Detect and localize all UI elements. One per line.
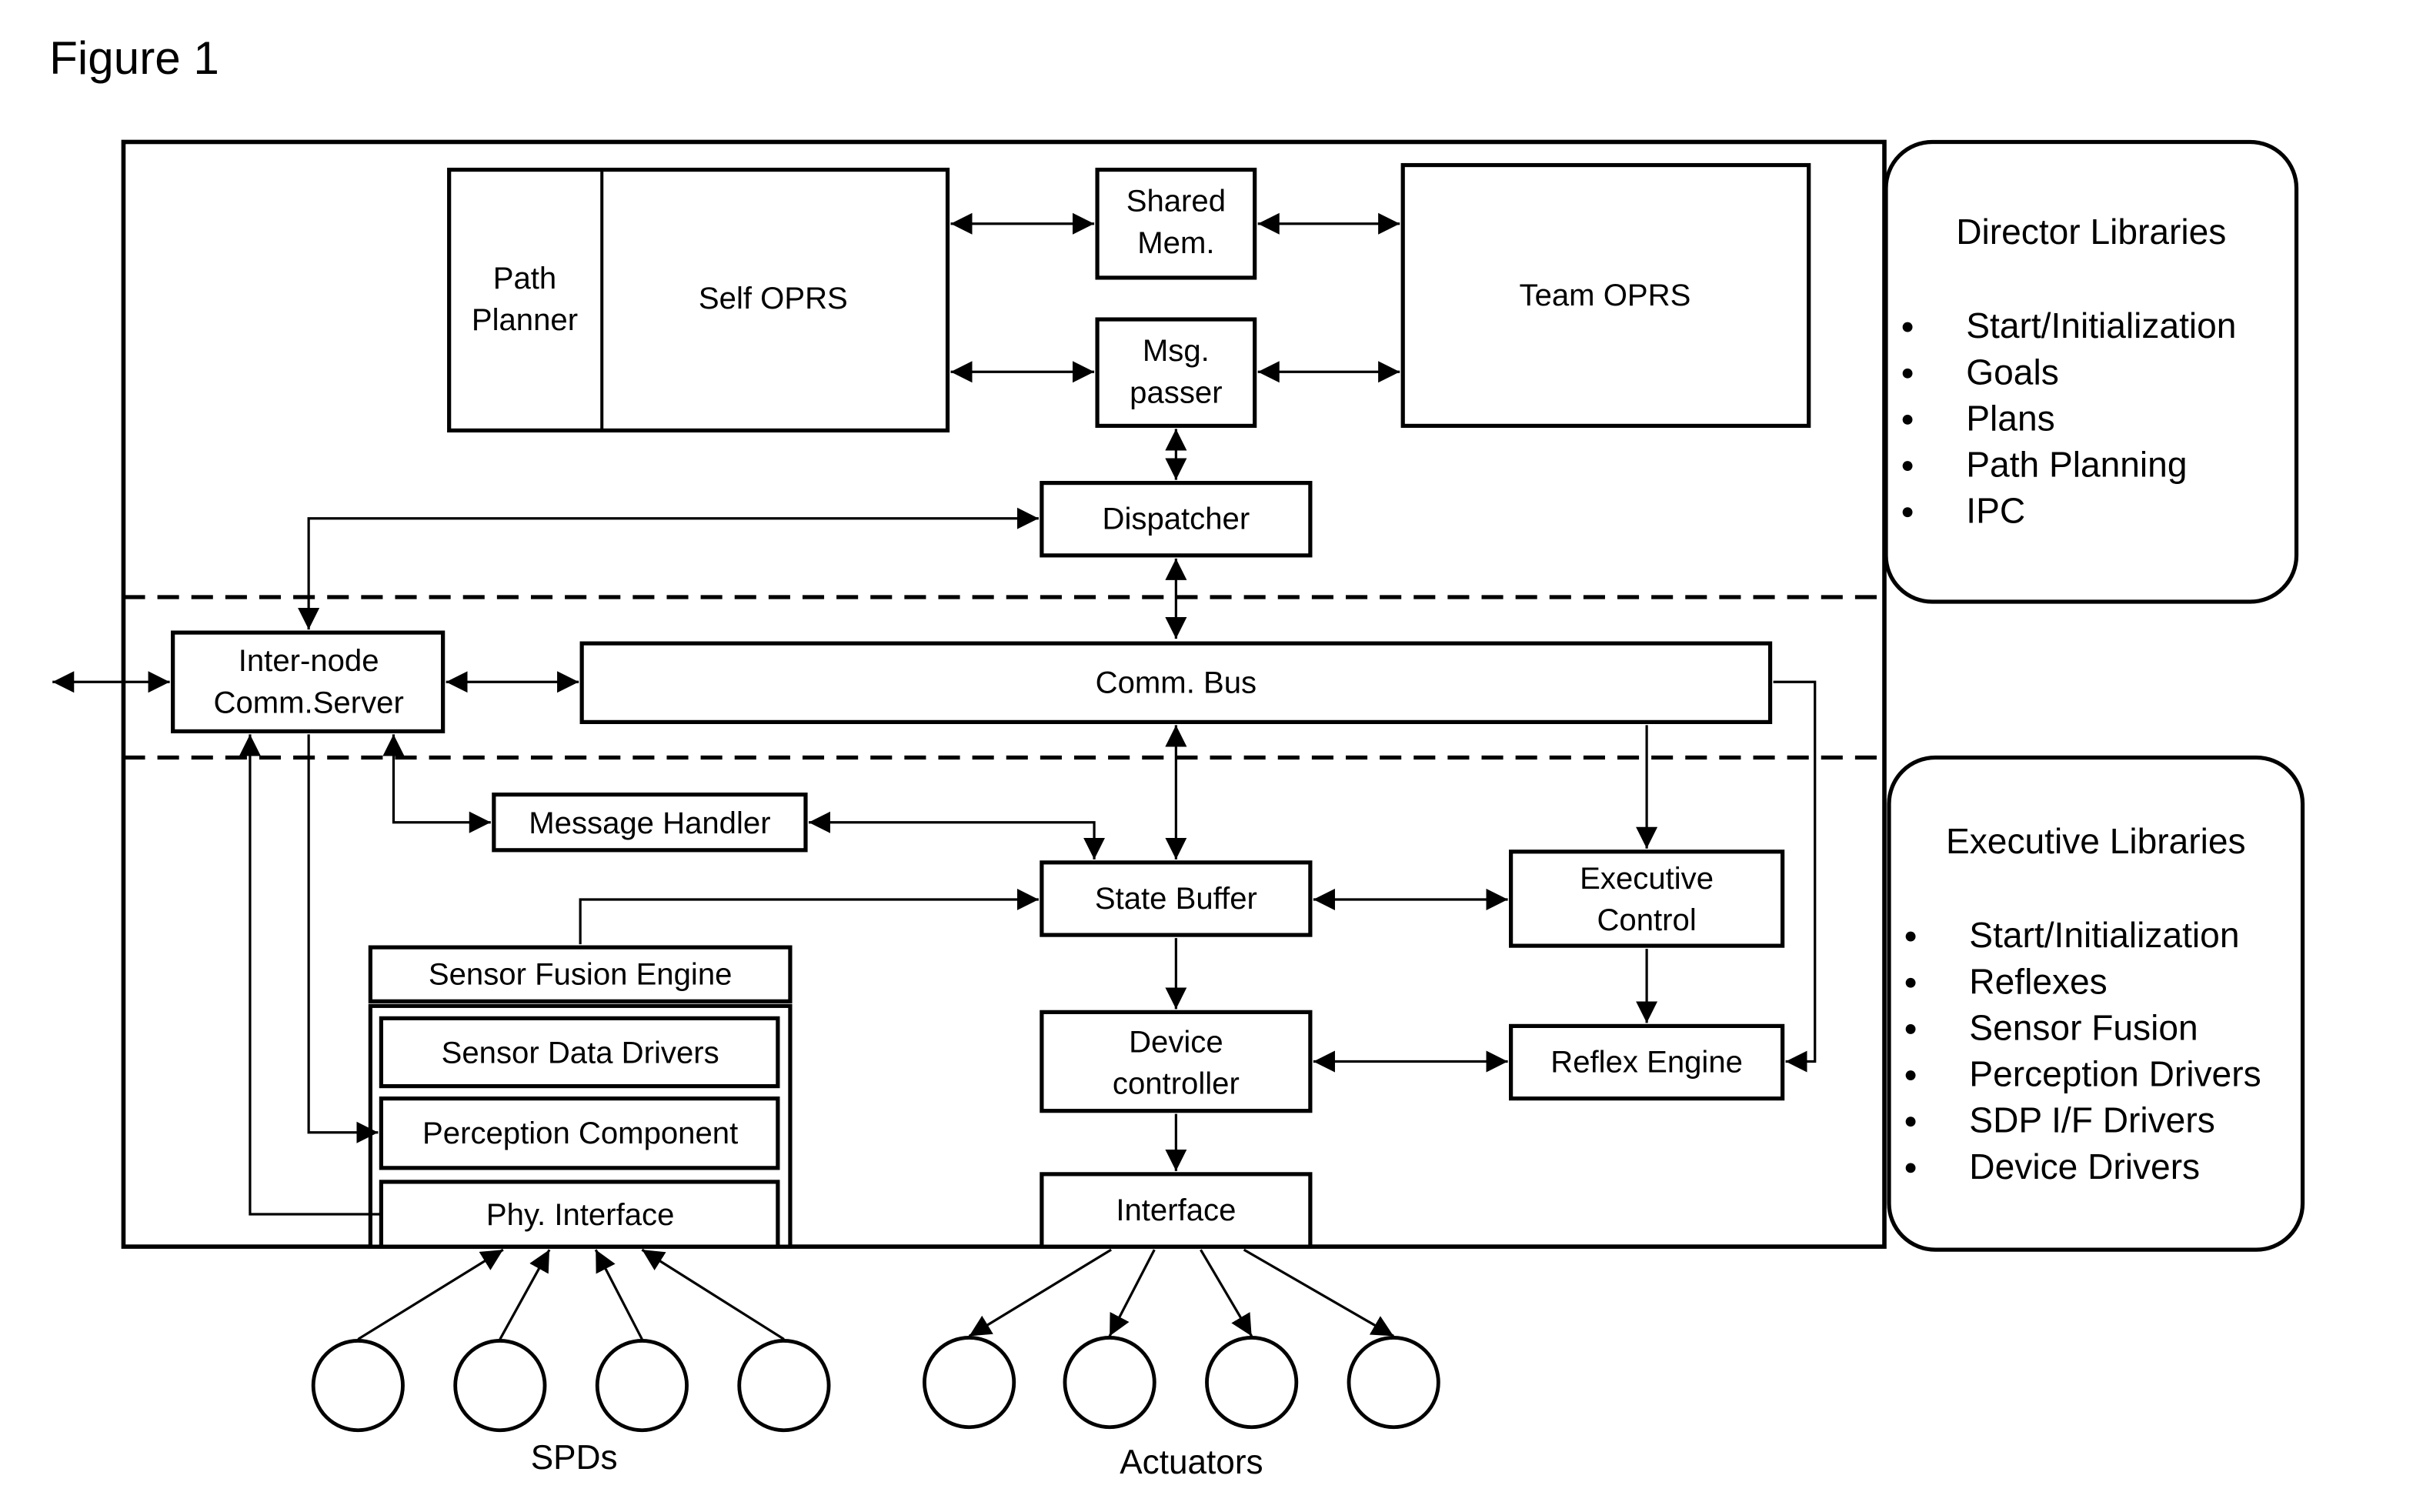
arrow-sensorfusion-statebuffer — [579, 888, 1039, 945]
inter-node-label-1: Inter-node — [239, 644, 379, 678]
executive-libraries-title: Executive Libraries — [1946, 821, 2246, 861]
state-buffer-block[interactable]: State Buffer — [1040, 860, 1313, 937]
arrow-spd-phyinterface — [641, 1248, 785, 1340]
bullet-icon — [1902, 322, 1913, 332]
bullet-icon — [1905, 1116, 1916, 1127]
bullet-icon — [1905, 1070, 1916, 1080]
executive-library-item: Reflexes — [1969, 961, 2107, 1001]
actuator-device[interactable] — [923, 1336, 1016, 1430]
figure-title: Figure 1 — [49, 32, 219, 84]
arrow-internode-dispatcher — [298, 507, 1039, 630]
shared-mem-label-2: Mem. — [1137, 226, 1214, 260]
executive-libraries-panel: Executive Libraries Start/Initialization… — [1887, 755, 2305, 1252]
executive-library-item: Perception Drivers — [1969, 1054, 2261, 1094]
perception-component-label: Perception Component — [422, 1116, 738, 1150]
actuator-device[interactable] — [1205, 1336, 1299, 1430]
actuator-device[interactable] — [1347, 1336, 1440, 1430]
self-oprs-label: Self OPRS — [699, 282, 848, 315]
state-buffer-label: State Buffer — [1095, 882, 1257, 916]
director-library-item: Path Planning — [1966, 445, 2187, 485]
executive-library-item: SDP I/F Drivers — [1969, 1100, 2214, 1140]
spd-device[interactable] — [595, 1339, 689, 1433]
reflex-engine-block[interactable]: Reflex Engine — [1509, 1023, 1785, 1101]
actuators-label: Actuators — [1120, 1444, 1263, 1481]
msg-passer-label-2: passer — [1130, 375, 1222, 409]
inter-node-label-2: Comm.Server — [213, 686, 403, 719]
arrow-messagehandler-statebuffer — [809, 811, 1106, 859]
message-handler-label: Message Handler — [529, 806, 770, 840]
actuator-group — [923, 1248, 1440, 1430]
bullet-icon — [1905, 1163, 1916, 1173]
reflex-engine-label: Reflex Engine — [1550, 1046, 1743, 1080]
arrow-phyinterface-internode — [239, 734, 382, 1216]
spd-group — [311, 1248, 831, 1433]
spd-device[interactable] — [311, 1339, 405, 1433]
bullet-icon — [1902, 414, 1913, 425]
executive-library-item: Device Drivers — [1969, 1147, 2200, 1187]
bullet-icon — [1905, 1023, 1916, 1034]
spd-device[interactable] — [737, 1339, 831, 1433]
msg-passer-label-1: Msg. — [1143, 334, 1210, 368]
inter-node-comm-server-block[interactable]: Inter-node Comm.Server — [171, 630, 446, 734]
spd-device[interactable] — [453, 1339, 547, 1433]
phy-interface-label: Phy. Interface — [486, 1198, 674, 1232]
device-controller-label-1: Device — [1129, 1025, 1223, 1059]
bullet-icon — [1905, 977, 1916, 988]
arrow-interface-actuator — [1200, 1249, 1253, 1337]
director-library-item: Plans — [1966, 398, 2054, 438]
arrow-spd-phyinterface — [594, 1249, 643, 1340]
interface-label: Interface — [1116, 1193, 1236, 1227]
arrow-interface-actuator — [1243, 1248, 1394, 1337]
self-oprs-block[interactable]: Path Planner Self OPRS — [447, 167, 950, 433]
spds-label: SPDs — [531, 1439, 618, 1477]
team-oprs-label: Team OPRS — [1520, 279, 1691, 312]
executive-control-block[interactable]: Executive Control — [1509, 849, 1785, 948]
arrow-spd-phyinterface — [357, 1248, 504, 1340]
director-libraries-panel: Director Libraries Start/Initialization G… — [1884, 139, 2299, 604]
bullet-icon — [1902, 507, 1913, 518]
device-controller-label-2: controller — [1113, 1067, 1240, 1101]
comm-bus-block[interactable]: Comm. Bus — [579, 641, 1773, 724]
executive-control-label-2: Control — [1597, 903, 1696, 937]
shared-mem-block[interactable]: Shared Mem. — [1095, 167, 1257, 280]
director-library-item: Goals — [1966, 352, 2058, 392]
architecture-diagram: Figure 1 Path Planner Self OPRS Shared M… — [49, 32, 2305, 1481]
arrow-interface-actuator — [1108, 1249, 1156, 1337]
bullet-icon — [1902, 368, 1913, 379]
director-libraries-title: Director Libraries — [1956, 212, 2226, 252]
executive-library-item: Sensor Fusion — [1969, 1007, 2198, 1047]
sensor-fusion-stack: Sensor Fusion Engine Sensor Data Drivers… — [368, 945, 793, 1249]
sensor-data-drivers-label: Sensor Data Drivers — [442, 1036, 719, 1070]
comm-bus-label: Comm. Bus — [1096, 666, 1257, 699]
executive-control-label-1: Executive — [1580, 862, 1714, 896]
path-planner-label-2: Planner — [472, 303, 578, 337]
bullet-icon — [1905, 931, 1916, 942]
interface-block[interactable]: Interface — [1040, 1172, 1313, 1249]
arrow-internode-messagehandler — [382, 734, 491, 833]
arrow-interface-actuator — [968, 1248, 1112, 1337]
director-library-item: IPC — [1966, 491, 2025, 531]
message-handler-block[interactable]: Message Handler — [492, 793, 808, 853]
arrow-internode-perception — [307, 734, 379, 1143]
sensor-fusion-engine-label: Sensor Fusion Engine — [429, 957, 733, 991]
executive-library-item: Start/Initialization — [1969, 915, 2239, 955]
arrow-spd-phyinterface — [499, 1249, 551, 1340]
path-planner-label-1: Path — [493, 262, 556, 295]
actuator-device[interactable] — [1063, 1336, 1156, 1430]
dispatcher-block[interactable]: Dispatcher — [1040, 480, 1313, 558]
dispatcher-label: Dispatcher — [1103, 502, 1250, 536]
device-controller-block[interactable]: Device controller — [1040, 1010, 1313, 1113]
msg-passer-block[interactable]: Msg. passer — [1095, 317, 1257, 429]
bullet-icon — [1902, 461, 1913, 471]
shared-mem-label-1: Shared — [1126, 185, 1226, 219]
team-oprs-block[interactable]: Team OPRS — [1400, 162, 1811, 429]
director-library-item: Start/Initialization — [1966, 305, 2236, 345]
